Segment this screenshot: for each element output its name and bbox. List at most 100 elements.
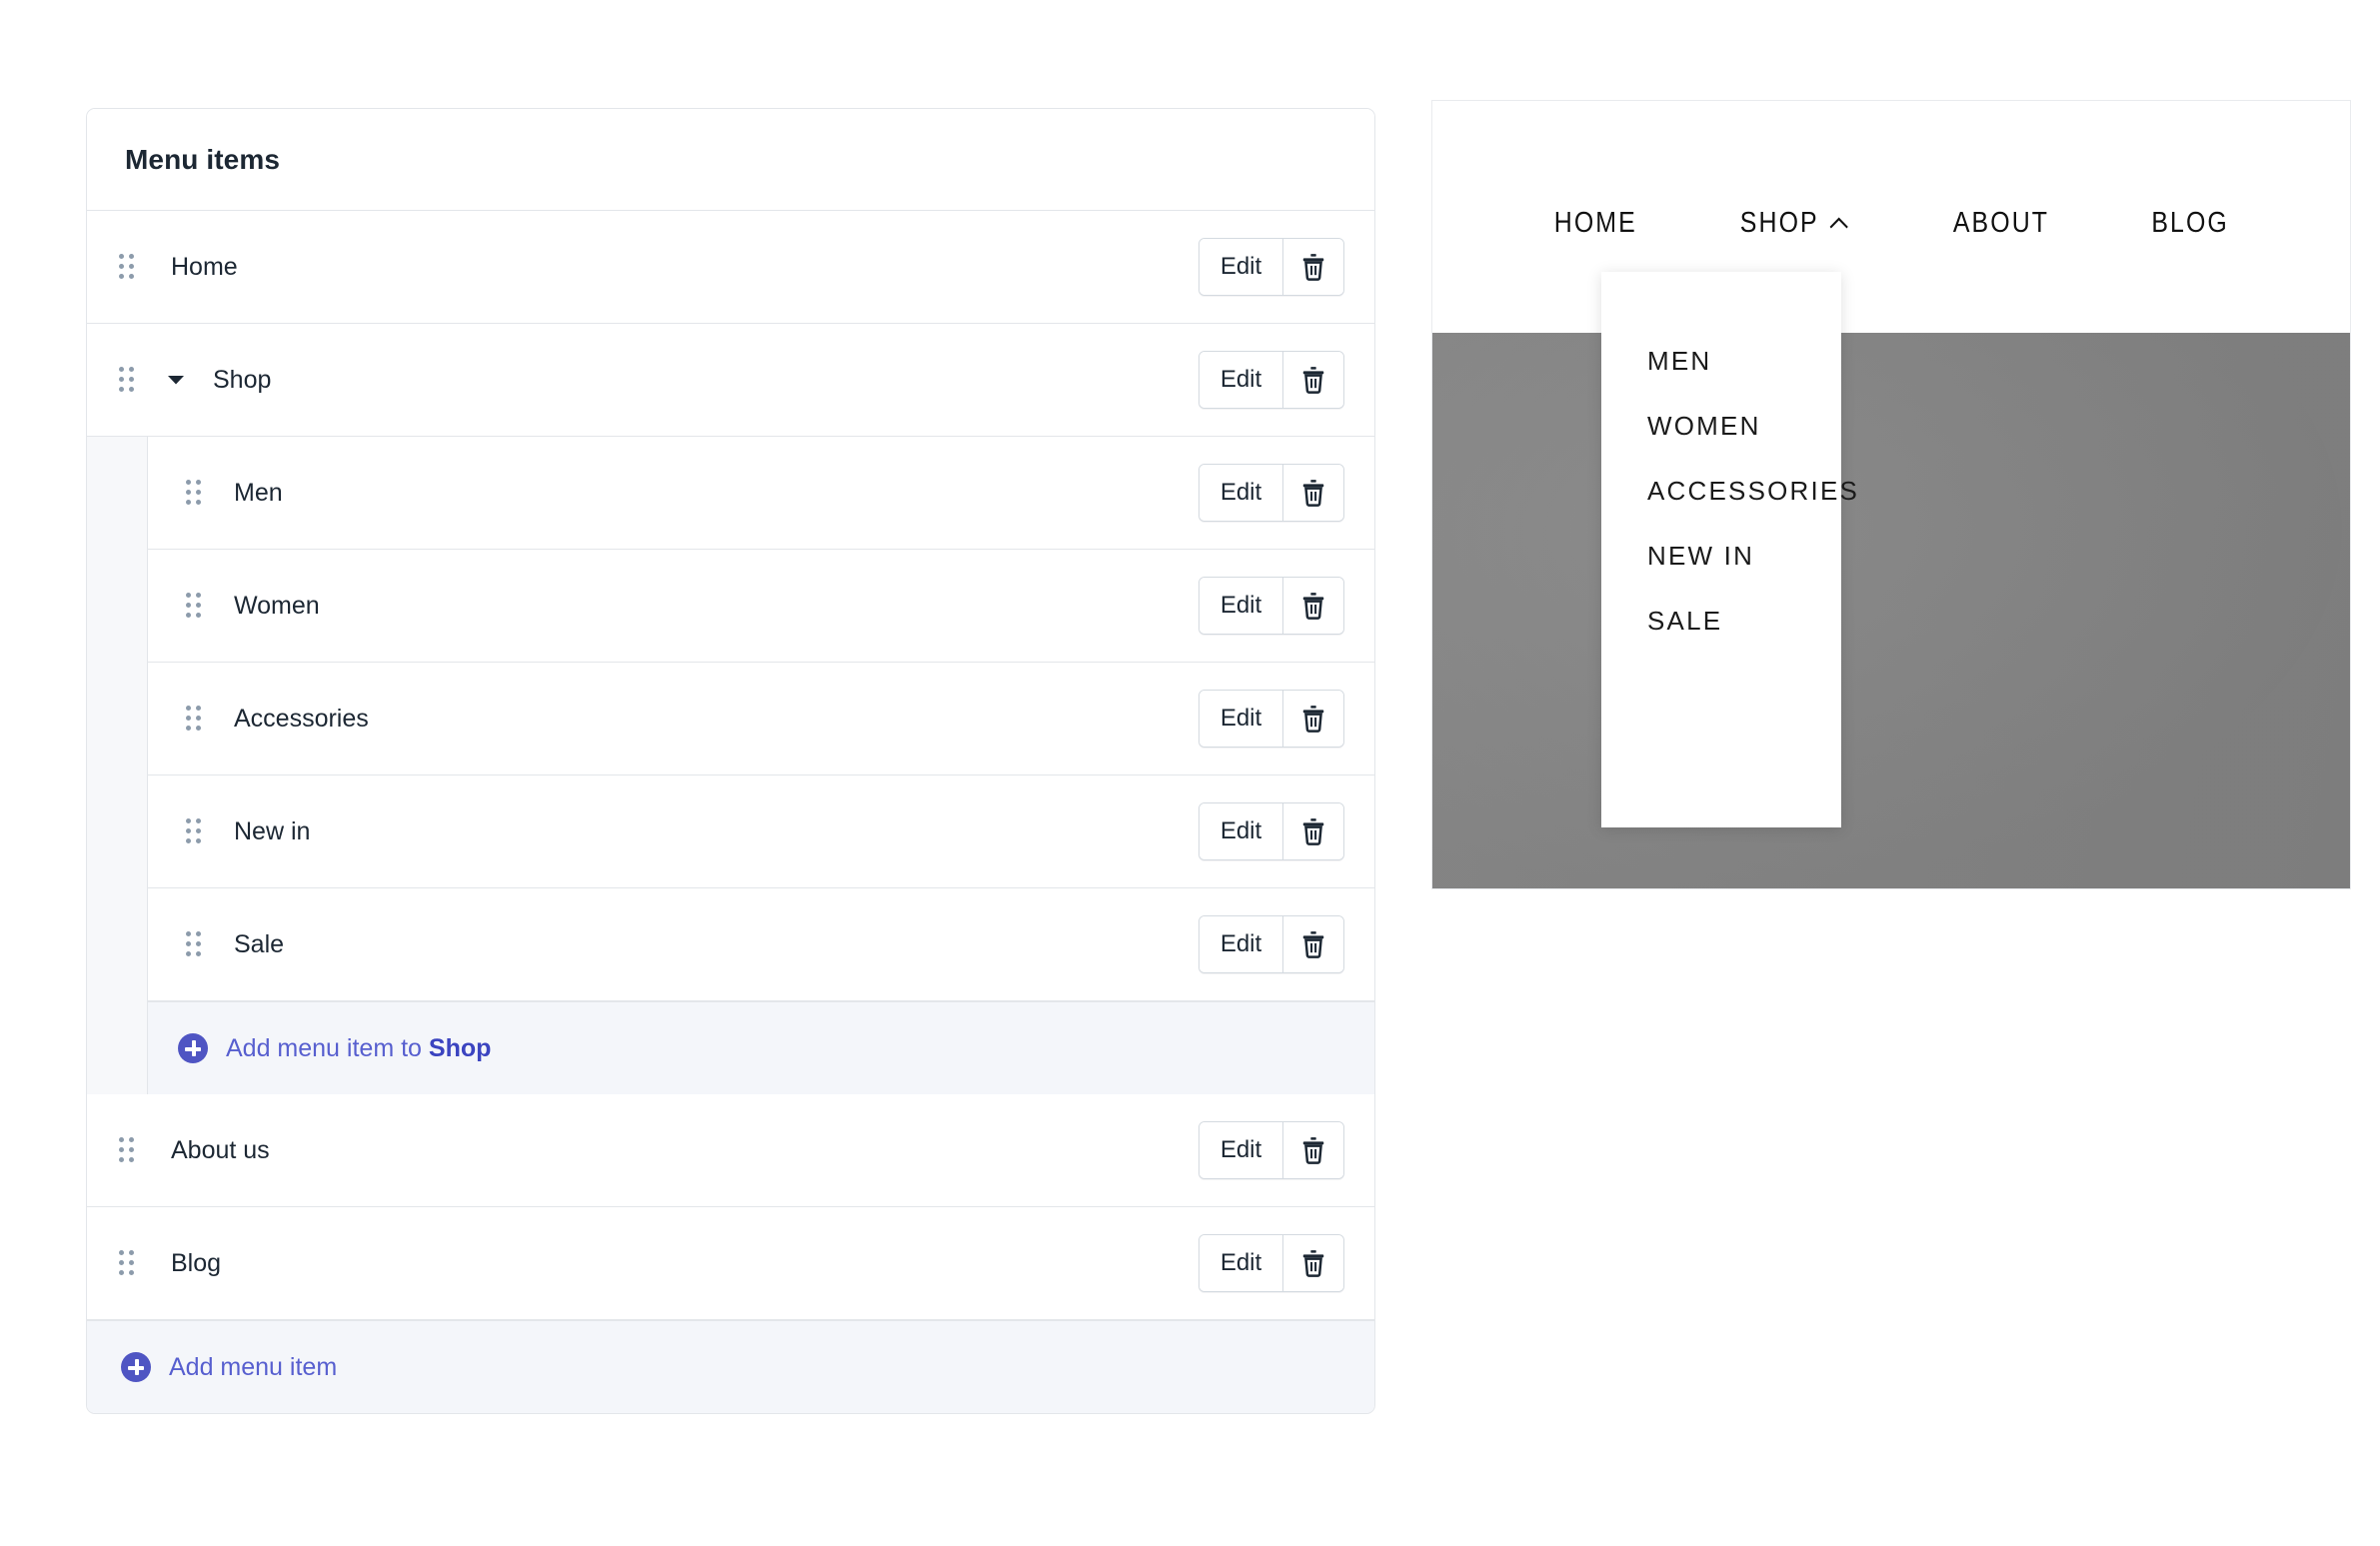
preview-nav-item-shop[interactable]: SHOP [1740, 207, 1848, 240]
dropdown-item-sale[interactable]: SALE [1601, 589, 1841, 654]
delete-button[interactable] [1283, 578, 1343, 634]
submenu-group-shop: Men Edit Women Edit Accessories Edit New… [87, 437, 1374, 1094]
menu-item-label: About us [171, 1135, 270, 1164]
hero-overlay [1432, 333, 2350, 888]
row-content: Sale Edit [148, 888, 1374, 1000]
drag-handle-icon[interactable] [117, 366, 137, 394]
add-menu-item-label: Add menu item [169, 1352, 338, 1381]
drag-handle-icon[interactable] [184, 930, 204, 958]
row-actions: Edit [1198, 915, 1344, 973]
menu-item-label: New in [234, 816, 311, 845]
preview-nav-item-about[interactable]: ABOUT [1953, 207, 2049, 240]
drag-handle-icon[interactable] [117, 1249, 137, 1277]
caret-down-icon[interactable] [165, 369, 187, 391]
menu-item-row-shop[interactable]: Shop Edit [87, 324, 1374, 437]
menu-item-label: Accessories [234, 704, 369, 733]
trash-icon [1300, 253, 1326, 281]
edit-button[interactable]: Edit [1199, 465, 1283, 521]
drag-handle-icon[interactable] [184, 705, 204, 733]
plus-circle-icon [178, 1033, 208, 1063]
row-actions: Edit [1198, 351, 1344, 409]
row-actions: Edit [1198, 690, 1344, 748]
menu-items-card: Menu items Home Edit Shop Edit Men Edit … [86, 108, 1375, 1414]
delete-button[interactable] [1283, 239, 1343, 295]
delete-button[interactable] [1283, 803, 1343, 859]
menu-item-row-sale[interactable]: Sale Edit [148, 888, 1374, 1001]
edit-button[interactable]: Edit [1199, 916, 1283, 972]
row-content: New in Edit [148, 775, 1374, 887]
edit-button[interactable]: Edit [1199, 691, 1283, 747]
indent-gutter [87, 437, 148, 1094]
menu-items-header: Menu items [87, 109, 1374, 211]
menu-item-label: Home [171, 252, 238, 281]
row-content: About us Edit [87, 1094, 1374, 1206]
edit-button[interactable]: Edit [1199, 1235, 1283, 1291]
dropdown-item-women[interactable]: WOMEN [1601, 394, 1841, 459]
delete-button[interactable] [1283, 916, 1343, 972]
edit-button[interactable]: Edit [1199, 1122, 1283, 1178]
menu-item-row-accessories[interactable]: Accessories Edit [148, 663, 1374, 775]
trash-icon [1300, 479, 1326, 507]
add-menu-item-button[interactable]: Add menu item [87, 1320, 1374, 1413]
trash-icon [1300, 705, 1326, 733]
drag-handle-icon[interactable] [184, 817, 204, 845]
edit-button[interactable]: Edit [1199, 352, 1283, 408]
preview-nav-label: BLOG [2151, 206, 2229, 239]
menu-item-label: Women [234, 591, 320, 620]
drag-handle-icon[interactable] [117, 253, 137, 281]
drag-handle-icon[interactable] [184, 592, 204, 620]
preview-nav-label: SHOP [1740, 206, 1820, 239]
menu-item-label: Blog [171, 1248, 222, 1277]
delete-button[interactable] [1283, 465, 1343, 521]
chevron-up-icon [1829, 216, 1848, 230]
row-actions: Edit [1198, 1234, 1344, 1292]
dropdown-item-men[interactable]: MEN [1601, 329, 1841, 394]
menu-item-label: Sale [234, 929, 285, 958]
page-title: Menu items [125, 143, 281, 175]
trash-icon [1300, 366, 1326, 394]
menu-item-row-men[interactable]: Men Edit [148, 437, 1374, 550]
trash-icon [1300, 1136, 1326, 1164]
row-actions: Edit [1198, 577, 1344, 635]
add-submenu-item-label: Add menu item to Shop [226, 1033, 492, 1062]
row-content: Shop Edit [87, 324, 1374, 436]
drag-handle-icon[interactable] [117, 1136, 137, 1164]
preview-nav-item-home[interactable]: HOME [1554, 207, 1637, 240]
submenu-rows: Men Edit Women Edit Accessories Edit New… [148, 437, 1374, 1094]
preview-nav-item-blog[interactable]: BLOG [2151, 207, 2229, 240]
menu-item-row-blog[interactable]: Blog Edit [87, 1207, 1374, 1320]
preview-shop-dropdown: MEN WOMEN ACCESSORIES NEW IN SALE [1601, 272, 1857, 827]
trash-icon [1300, 1249, 1326, 1277]
row-content: Accessories Edit [148, 663, 1374, 774]
edit-button[interactable]: Edit [1199, 803, 1283, 859]
add-submenu-item-button[interactable]: Add menu item to Shop [148, 1001, 1374, 1094]
dropdown-item-accessories[interactable]: ACCESSORIES [1601, 459, 1857, 524]
delete-button[interactable] [1283, 352, 1343, 408]
preview-hero-image [1432, 333, 2350, 888]
row-actions: Edit [1198, 238, 1344, 296]
dropdown-item-new-in[interactable]: NEW IN [1601, 524, 1841, 589]
menu-item-row-home[interactable]: Home Edit [87, 211, 1374, 324]
delete-button[interactable] [1283, 1122, 1343, 1178]
trash-icon [1300, 592, 1326, 620]
row-actions: Edit [1198, 802, 1344, 860]
edit-button[interactable]: Edit [1199, 239, 1283, 295]
site-preview-panel: HOME SHOP ABOUT BLOG [1431, 100, 2351, 889]
row-content: Women Edit [148, 550, 1374, 662]
row-actions: Edit [1198, 464, 1344, 522]
menu-item-row-about-us[interactable]: About us Edit [87, 1094, 1374, 1207]
trash-icon [1300, 930, 1326, 958]
menu-item-label: Shop [213, 365, 272, 394]
preview-nav-label: HOME [1553, 206, 1637, 239]
row-content: Blog Edit [87, 1207, 1374, 1319]
preview-nav-list: HOME SHOP ABOUT BLOG [1547, 207, 2236, 240]
menu-item-row-new-in[interactable]: New in Edit [148, 775, 1374, 888]
edit-button[interactable]: Edit [1199, 578, 1283, 634]
delete-button[interactable] [1283, 691, 1343, 747]
plus-circle-icon [121, 1352, 151, 1382]
preview-nav-label: ABOUT [1952, 206, 2050, 239]
menu-item-row-women[interactable]: Women Edit [148, 550, 1374, 663]
delete-button[interactable] [1283, 1235, 1343, 1291]
preview-navbar: HOME SHOP ABOUT BLOG [1432, 101, 2350, 333]
drag-handle-icon[interactable] [184, 479, 204, 507]
